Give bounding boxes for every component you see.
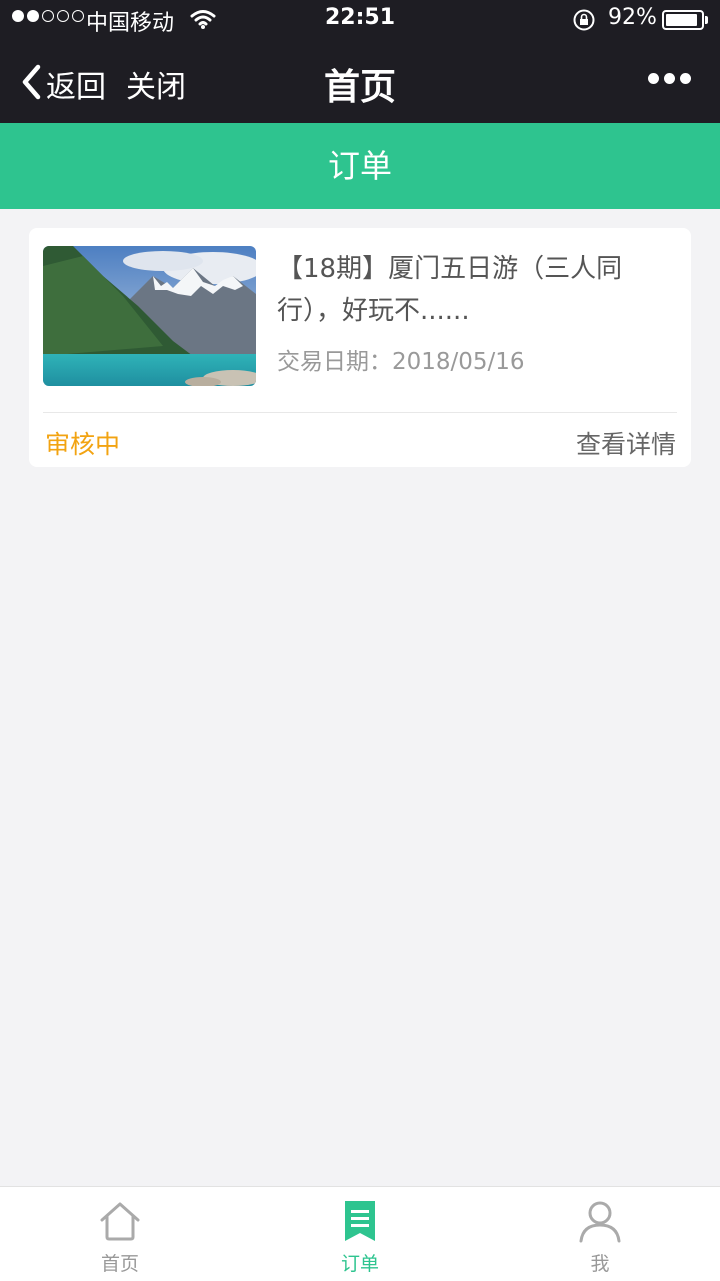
status-bar: 中国移动 22:51 92%: [0, 0, 720, 40]
battery-icon: [662, 10, 704, 30]
tab-home[interactable]: 首页: [0, 1187, 240, 1281]
tab-orders[interactable]: 订单: [240, 1187, 480, 1281]
nav-bar: 返回 关闭 首页: [0, 40, 720, 123]
tab-bar: 首页 订单 我: [0, 1186, 720, 1281]
section-title: 订单: [327, 147, 392, 185]
user-icon: [578, 1199, 622, 1243]
tab-home-label: 首页: [100, 1253, 139, 1275]
rotation-lock-icon: [572, 8, 596, 38]
divider: [43, 412, 677, 413]
order-thumbnail-image: [43, 246, 256, 386]
order-title: 【18期】厦门五日游（三人同行），好玩不......: [277, 254, 623, 326]
more-dots-icon: [648, 73, 659, 84]
order-date: 交易日期：2018/05/16: [277, 349, 525, 375]
order-card[interactable]: 【18期】厦门五日游（三人同行），好玩不...... 交易日期：2018/05/…: [29, 228, 691, 467]
section-header: 订单: [0, 123, 720, 209]
home-icon: [98, 1199, 142, 1243]
battery-percent: 92%: [608, 5, 657, 30]
tab-me[interactable]: 我: [480, 1187, 720, 1281]
tab-me-label: 我: [590, 1253, 610, 1275]
view-details-link[interactable]: 查看详情: [576, 425, 676, 461]
back-label: 返回: [46, 70, 106, 105]
back-button[interactable]: 返回: [20, 62, 106, 106]
order-status-badge: 审核中: [45, 430, 121, 459]
page-title: 首页: [323, 67, 396, 108]
top-bar: 中国移动 22:51 92% 返回 关闭 首页: [0, 0, 720, 123]
more-menu-button[interactable]: [648, 73, 691, 84]
tab-orders-label: 订单: [340, 1253, 379, 1275]
chevron-left-icon: [20, 64, 42, 104]
close-button[interactable]: 关闭: [126, 62, 186, 106]
order-bookmark-icon: [338, 1199, 382, 1243]
